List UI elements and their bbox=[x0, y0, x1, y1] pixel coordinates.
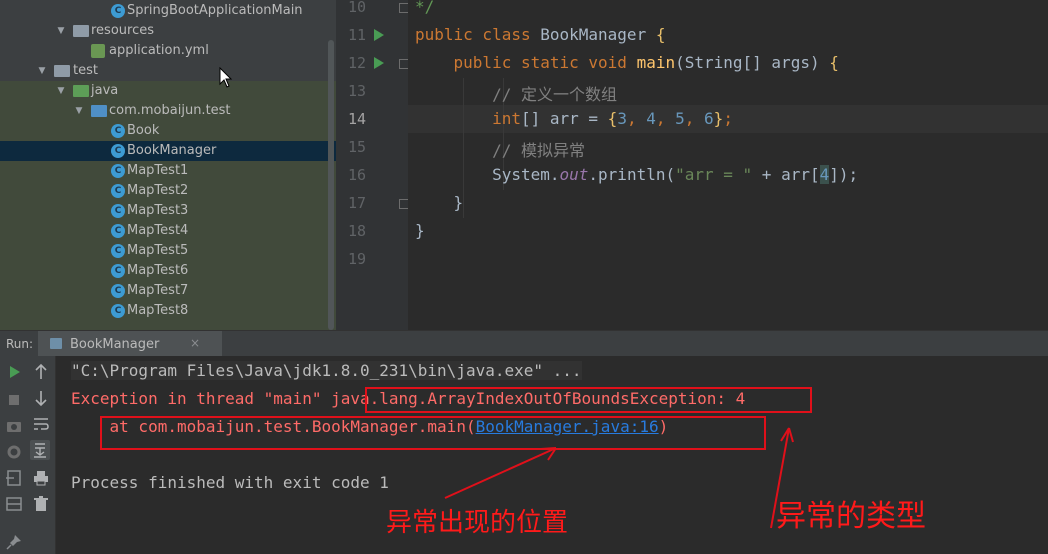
annotation-arrows bbox=[444, 427, 794, 529]
annotation-exception-location: 异常出现的位置 bbox=[386, 508, 569, 538]
annotation-exception-type: 异常的类型 bbox=[776, 499, 926, 534]
